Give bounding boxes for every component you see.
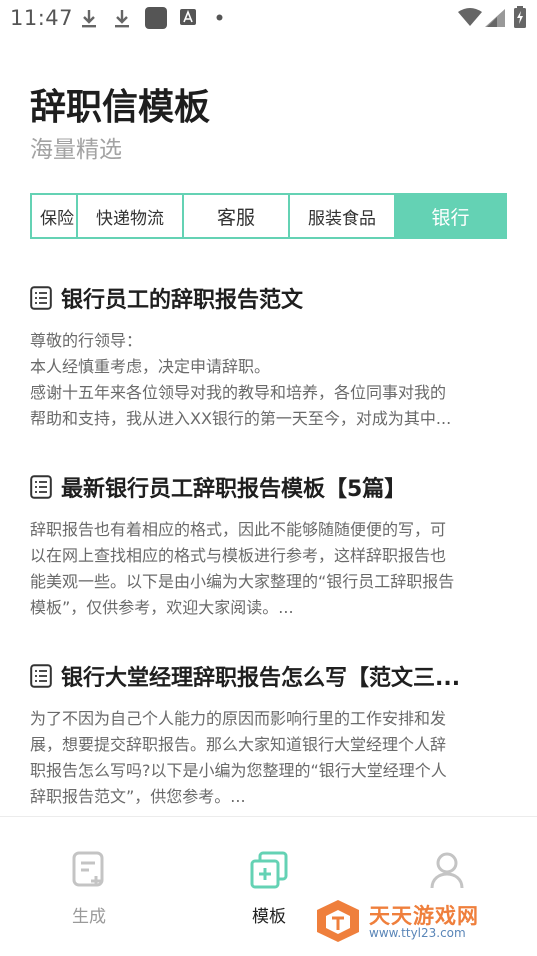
status-time: 11:47 bbox=[10, 6, 74, 30]
article-excerpt: 辞职报告也有着相应的格式，因此不能够随随便便的写，可 以在网上查找相应的格式与模… bbox=[30, 520, 455, 617]
profile-icon bbox=[430, 852, 464, 889]
nav-profile[interactable] bbox=[392, 850, 502, 902]
article-card[interactable]: 银行员工的辞职报告范文 尊敬的行领导： 本人经慎重考虑，决定申请辞职。 感谢十五… bbox=[30, 278, 510, 432]
article-card[interactable]: 最新银行员工辞职报告模板【5篇】 辞职报告也有着相应的格式，因此不能够随随便便的… bbox=[30, 467, 510, 621]
tab-bank[interactable]: 银行 bbox=[396, 195, 505, 237]
download-icon bbox=[115, 10, 129, 28]
watermark-url: www.ttyl23.com bbox=[369, 926, 466, 940]
page-subtitle: 海量精选 bbox=[30, 137, 122, 163]
article-excerpt: 为了不因为自己个人能力的原因而影响行里的工作安排和发 展，想要提交辞职报告。那么… bbox=[30, 709, 447, 806]
battery-icon bbox=[514, 6, 526, 28]
page-title: 辞职信模板 bbox=[30, 87, 211, 128]
nav-template-label: 模板 bbox=[252, 907, 286, 927]
article-title: 银行大堂经理辞职报告怎么写【范文三... bbox=[61, 666, 461, 691]
document-icon bbox=[30, 475, 52, 499]
template-icon bbox=[250, 851, 288, 889]
nav-generate[interactable]: 生成 bbox=[34, 850, 144, 927]
document-icon bbox=[30, 286, 52, 310]
wifi-icon bbox=[458, 8, 482, 26]
watermark: 天天游戏网 www.ttyl23.com bbox=[314, 898, 514, 944]
nav-generate-label: 生成 bbox=[72, 907, 106, 927]
more-dot-icon bbox=[216, 14, 223, 21]
category-tabs: 保险 快递物流 客服 服装食品 银行 bbox=[30, 193, 507, 239]
tab-customer-service[interactable]: 客服 bbox=[184, 195, 288, 237]
title-block: 辞职信模板 海量精选 bbox=[30, 86, 210, 166]
document-icon bbox=[30, 664, 52, 688]
bottom-nav-divider bbox=[0, 816, 537, 817]
download-icon bbox=[82, 10, 96, 28]
signal-icon bbox=[485, 9, 505, 27]
generate-icon bbox=[72, 851, 104, 887]
status-bar: 11:47 bbox=[0, 0, 537, 36]
tab-insurance[interactable]: 保险 bbox=[32, 195, 76, 237]
app-notification-icon bbox=[145, 7, 167, 29]
article-title: 银行员工的辞职报告范文 bbox=[61, 288, 304, 313]
tab-express-logistics[interactable]: 快递物流 bbox=[78, 195, 182, 237]
article-title: 最新银行员工辞职报告模板【5篇】 bbox=[61, 477, 407, 502]
tab-clothing-food[interactable]: 服装食品 bbox=[290, 195, 394, 237]
article-card[interactable]: 银行大堂经理辞职报告怎么写【范文三... 为了不因为自己个人能力的原因而影响行里… bbox=[30, 656, 510, 810]
watermark-logo-icon bbox=[317, 900, 359, 942]
font-notification-icon bbox=[180, 9, 196, 25]
article-excerpt: 尊敬的行领导： 本人经慎重考虑，决定申请辞职。 感谢十五年来各位领导对我的教导和… bbox=[30, 331, 452, 428]
nav-template[interactable]: 模板 bbox=[214, 850, 324, 927]
